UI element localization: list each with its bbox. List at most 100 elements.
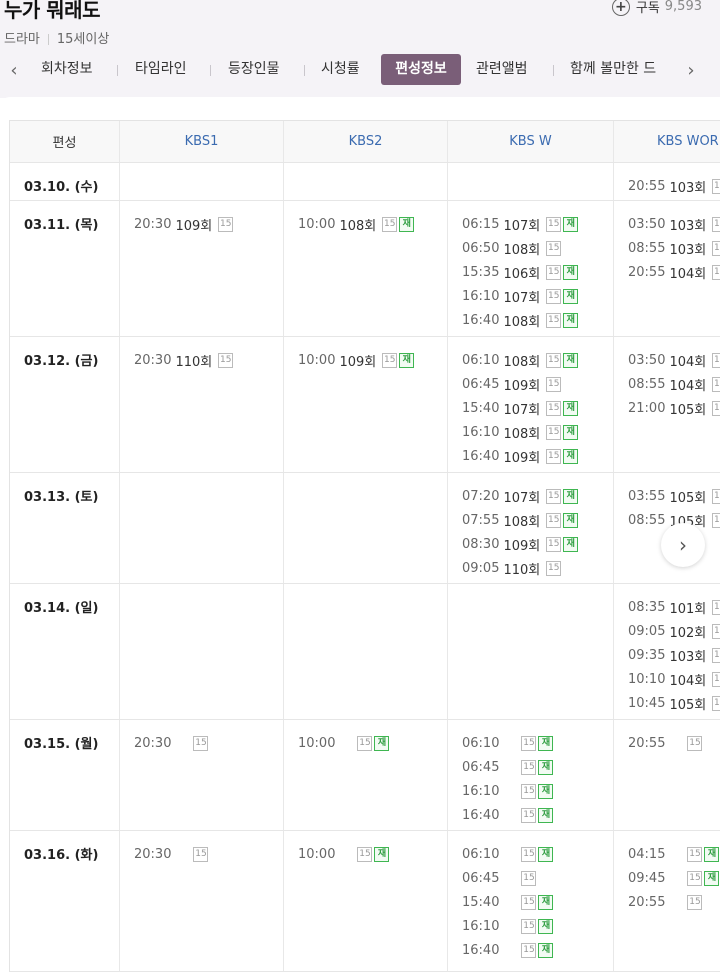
column-header-kbsw: KBS W	[448, 121, 614, 162]
column-header-kbs1: KBS1	[120, 121, 284, 162]
schedule-cell: 20:55 15	[614, 720, 720, 830]
broadcast-time: 10:45	[628, 695, 666, 711]
broadcast-entry: 15:35 106회 15 재	[462, 260, 613, 284]
tab-cast[interactable]: 등장인물	[228, 54, 280, 85]
episode-number: 109회	[175, 218, 213, 234]
episode-number: 108회	[503, 314, 541, 330]
broadcast-entry: 20:30 110회 15	[134, 348, 283, 372]
rerun-badge: 재	[563, 512, 579, 528]
broadcast-time: 09:05	[462, 560, 500, 576]
tab-recommended[interactable]: 함께 볼만한 드	[570, 54, 674, 85]
broadcast-time: 15:40	[462, 894, 500, 910]
age-rating-badge: 15	[218, 216, 234, 232]
episode-number: 110회	[503, 562, 541, 578]
age-rating-badge: 15	[712, 599, 720, 615]
episode-number: 108회	[339, 218, 377, 234]
broadcast-entry: 06:10 108회 15 재	[462, 348, 613, 372]
age-rating-badge: 15	[712, 216, 720, 232]
broadcast-time: 15:40	[462, 400, 500, 416]
rerun-badge: 재	[563, 216, 579, 232]
chevron-left-icon[interactable]: ‹	[3, 54, 25, 86]
program-title: 누가 뭐래도	[4, 0, 100, 22]
age-rating-badge: 15	[521, 846, 537, 862]
table-row: 03.13. (토) 07:20 107회 15 재 07:55 108회 15 재 08:30 1…	[10, 473, 720, 584]
rerun-badge: 재	[563, 488, 579, 504]
tab-timeline[interactable]: 타임라인	[135, 54, 187, 85]
episode-number: 108회	[503, 242, 541, 258]
age-rating-badge: 15	[712, 264, 720, 280]
age-rating-badge: 15	[521, 783, 537, 799]
subscribe-button[interactable]: + 구독 9,593	[611, 0, 702, 16]
broadcast-entry: 08:55104회 15	[628, 372, 720, 396]
column-header-schedule: 편성	[10, 121, 120, 162]
broadcast-entry: 06:15 107회 15 재	[462, 212, 613, 236]
age-rating-badge: 15	[546, 240, 562, 256]
schedule-cell: 20:30 15	[120, 720, 284, 830]
schedule-cell: 06:10 15 재 06:45 15 15:40 15 재 16:10 15 재 16:40 15 재	[448, 831, 614, 971]
schedule-cell: 20:55103회 15	[614, 163, 720, 200]
episode-number: 107회	[503, 402, 541, 418]
broadcast-time: 10:00	[298, 735, 336, 751]
tab-episodes[interactable]: 회차정보	[41, 54, 93, 85]
episode-number: 105회	[669, 697, 707, 713]
episode-number: 105회	[669, 490, 707, 506]
broadcast-entry: 20:30 15	[134, 731, 283, 755]
broadcast-time: 08:55	[628, 240, 666, 256]
age-rating-badge: 15	[382, 216, 398, 232]
age-rating-badge: 15	[546, 400, 562, 416]
broadcast-time: 10:00	[298, 216, 336, 232]
scroll-right-button[interactable]: ›	[661, 523, 705, 567]
broadcast-time: 09:45	[628, 870, 666, 886]
episode-number: 104회	[669, 354, 707, 370]
broadcast-entry: 09:45 15 재	[628, 866, 720, 890]
episode-number: 103회	[669, 180, 707, 196]
age-rating-badge: 15	[546, 264, 562, 280]
chevron-right-icon: ›	[679, 533, 687, 557]
broadcast-entry: 16:10 15 재	[462, 779, 613, 803]
tab-albums[interactable]: 관련앨범	[476, 54, 528, 85]
table-row: 03.14. (일)08:35101회1509:05102회1509:35103…	[10, 584, 720, 720]
date-cell: 03.16. (화)	[10, 831, 120, 971]
episode-number: 107회	[503, 218, 541, 234]
schedule-cell	[120, 163, 284, 200]
schedule-cell	[284, 163, 448, 200]
program-meta: 드라마 15세이상	[4, 28, 109, 47]
schedule-cell: 04:15 15 재 09:45 15 재 20:55 15	[614, 831, 720, 971]
broadcast-entry: 10:00 108회 15 재	[298, 212, 447, 236]
broadcast-time: 08:55	[628, 376, 666, 392]
date-cell: 03.14. (일)	[10, 584, 120, 719]
age-rating-badge: 15	[712, 352, 720, 368]
schedule-cell: 20:30 109회 15	[120, 201, 284, 336]
tab-divider	[210, 65, 211, 76]
meta-divider	[47, 34, 49, 45]
broadcast-entry: 10:00 15 재	[298, 731, 447, 755]
subscribe-label: 구독	[635, 1, 660, 16]
tab-bar: ‹ 회차정보 타임라인 등장인물 시청률 편성정보 관련앨범 함께 볼만한 드 …	[0, 54, 720, 86]
episode-number: 101회	[669, 601, 707, 617]
age-rating-badge: 15	[712, 647, 720, 663]
broadcast-time: 06:10	[462, 352, 500, 368]
table-row: 03.15. (월) 20:30 15 10:00 15 재 06:10 15 재 06:45 15…	[10, 720, 720, 831]
tab-ratings[interactable]: 시청률	[321, 54, 360, 85]
episode-number: 103회	[669, 649, 707, 665]
broadcast-entry: 16:40 108회 15 재	[462, 308, 613, 332]
broadcast-entry: 06:50 108회 15	[462, 236, 613, 260]
broadcast-time: 03:50	[628, 352, 666, 368]
rerun-badge: 재	[374, 846, 390, 862]
broadcast-time: 06:15	[462, 216, 500, 232]
broadcast-time: 10:00	[298, 352, 336, 368]
schedule-cell	[448, 584, 614, 719]
broadcast-entry: 16:40 15 재	[462, 938, 613, 962]
broadcast-time: 07:20	[462, 488, 500, 504]
table-row: 03.12. (금) 20:30 110회 15 10:00 109회 15 재 06:10 10…	[10, 337, 720, 473]
broadcast-entry: 09:05 110회 15	[462, 556, 613, 580]
table-header-row: 편성 KBS1 KBS2 KBS W KBS WOR	[10, 121, 720, 163]
age-rating-badge: 15	[546, 376, 562, 392]
date-cell: 03.12. (금)	[10, 337, 120, 472]
age-rating-badge: 15	[687, 894, 703, 910]
broadcast-entry: 09:35103회 15	[628, 643, 720, 667]
tab-schedule[interactable]: 편성정보	[381, 54, 461, 85]
broadcast-entry: 08:30 109회 15 재	[462, 532, 613, 556]
broadcast-entry: 20:55 15	[628, 731, 720, 755]
chevron-right-icon[interactable]: ›	[680, 54, 702, 86]
